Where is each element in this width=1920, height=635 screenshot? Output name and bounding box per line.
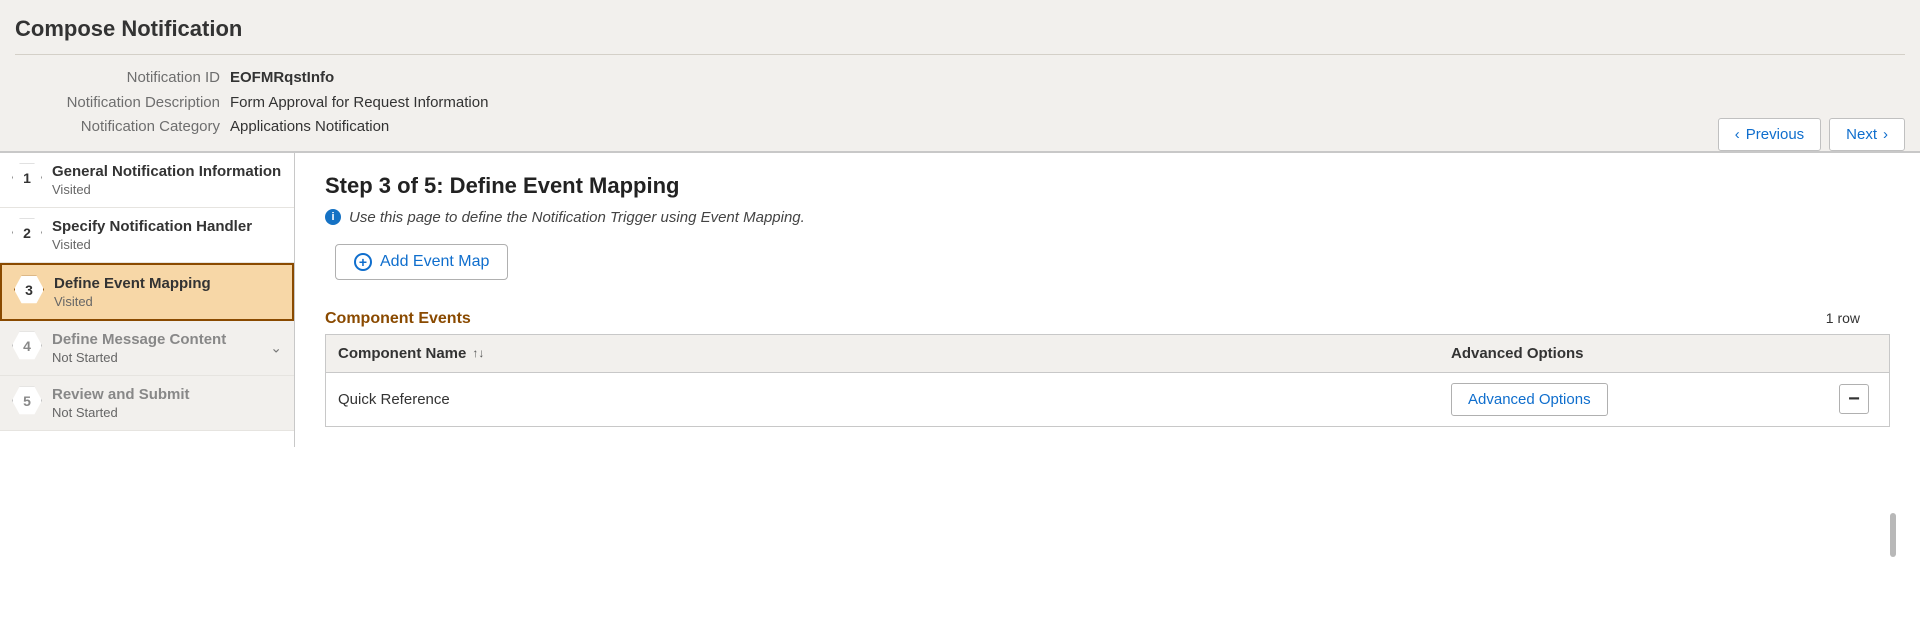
nav-buttons: ‹ Previous Next › [1718, 118, 1905, 151]
add-event-map-label: Add Event Map [380, 253, 489, 271]
meta-label-desc: Notification Description [15, 92, 230, 115]
step-title: Define Event Mapping [54, 275, 211, 292]
chevron-left-icon: ‹ [1735, 126, 1740, 143]
table-row: Quick Reference Advanced Options − [326, 373, 1889, 426]
add-event-map-button[interactable]: + Add Event Map [335, 244, 508, 280]
section-title: Component Events [325, 310, 1890, 328]
sort-icon: ↑↓ [472, 346, 484, 360]
step-heading: Step 3 of 5: Define Event Mapping [325, 173, 1890, 199]
sidebar-step-define-event-mapping[interactable]: 3 Define Event Mapping Visited [0, 263, 294, 321]
step-number-badge: 2 [12, 218, 42, 248]
column-header-component-name[interactable]: Component Name ↑↓ [326, 335, 1439, 372]
scrollbar-thumb[interactable] [1890, 513, 1896, 557]
page-title: Compose Notification [15, 16, 1905, 42]
step-status: Not Started [52, 350, 226, 365]
step-title: General Notification Information [52, 163, 281, 180]
sidebar-step-review-and-submit[interactable]: 5 Review and Submit Not Started [0, 376, 294, 431]
advanced-options-button[interactable]: Advanced Options [1451, 383, 1608, 416]
hint-row: i Use this page to define the Notificati… [325, 209, 1890, 226]
grid-header: Component Name ↑↓ Advanced Options [326, 335, 1889, 373]
meta-value-desc: Form Approval for Request Information [230, 92, 488, 115]
hint-text: Use this page to define the Notification… [349, 209, 805, 226]
step-title: Specify Notification Handler [52, 218, 252, 235]
previous-label: Previous [1746, 126, 1804, 143]
info-icon: i [325, 209, 341, 225]
remove-row-button[interactable]: − [1839, 384, 1869, 414]
meta-block: Notification ID EOFMRqstInfo Notificatio… [15, 54, 1905, 139]
chevron-right-icon: › [1883, 126, 1888, 143]
chevron-down-icon: ⌄ [270, 339, 282, 356]
column-header-advanced-options[interactable]: Advanced Options [1439, 335, 1819, 372]
step-status: Visited [54, 294, 211, 309]
main-content: Step 3 of 5: Define Event Mapping i Use … [295, 153, 1920, 447]
sidebar-step-specify-notification-handler[interactable]: 2 Specify Notification Handler Visited [0, 208, 294, 263]
step-number-badge: 1 [12, 163, 42, 193]
step-title: Review and Submit [52, 386, 190, 403]
page-header: Compose Notification Notification ID EOF… [0, 0, 1920, 152]
step-status: Not Started [52, 405, 190, 420]
step-status: Visited [52, 182, 281, 197]
sidebar-step-general-notification-information[interactable]: 1 General Notification Information Visit… [0, 153, 294, 208]
next-button[interactable]: Next › [1829, 118, 1905, 151]
sidebar-step-define-message-content[interactable]: 4 Define Message Content Not Started ⌄ [0, 321, 294, 376]
minus-icon: − [1848, 388, 1860, 411]
step-title: Define Message Content [52, 331, 226, 348]
previous-button[interactable]: ‹ Previous [1718, 118, 1821, 151]
wizard-sidebar: 1 General Notification Information Visit… [0, 153, 295, 447]
next-label: Next [1846, 126, 1877, 143]
row-count: 1 row [1826, 310, 1860, 326]
meta-label-cat: Notification Category [15, 116, 230, 139]
column-header-label: Component Name [338, 345, 466, 362]
column-header-actions [1819, 335, 1889, 372]
step-number-badge: 5 [12, 386, 42, 416]
step-number-badge: 3 [14, 275, 44, 305]
component-events-grid: Component Name ↑↓ Advanced Options Quick… [325, 334, 1890, 427]
step-number-badge: 4 [12, 331, 42, 361]
cell-component-name: Quick Reference [326, 373, 1439, 426]
step-status: Visited [52, 237, 252, 252]
meta-value-id: EOFMRqstInfo [230, 67, 334, 90]
meta-label-id: Notification ID [15, 67, 230, 90]
meta-value-cat: Applications Notification [230, 116, 389, 139]
plus-circle-icon: + [354, 253, 372, 271]
